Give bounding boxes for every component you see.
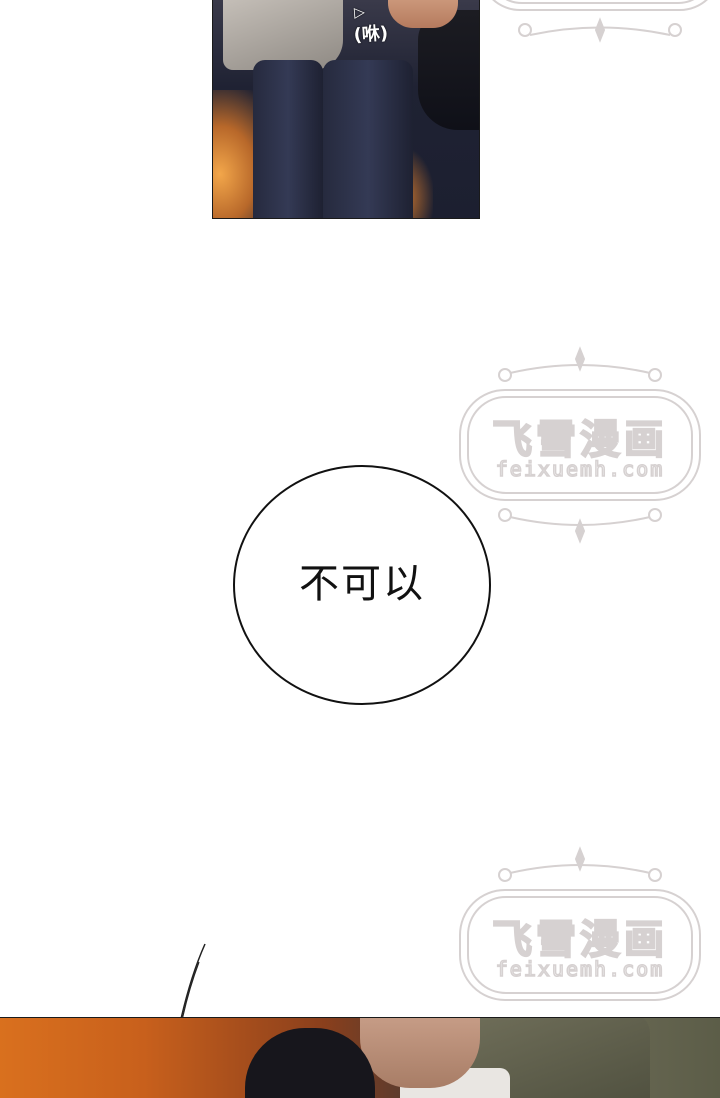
comic-panel-bottom [0,1017,720,1098]
sfx-arrow: ▷ [353,4,366,22]
speech-bubble-text: 不可以 [299,561,425,607]
watermark-url: feixuemh.com [495,956,665,982]
character-leg [253,60,323,218]
watermark-logo: 飞雪漫画 feixuemh.com [450,345,710,545]
speech-bubble: 不可以 [233,465,491,705]
comic-panel-top: ▷ (咻) [212,0,480,219]
watermark-url: feixuemh.com [495,456,665,482]
character-hair [245,1028,375,1098]
character-leg [323,60,413,218]
sound-effect: ▷ (咻) [352,3,389,47]
sfx-text: (咻) [352,22,389,47]
watermark-logo: 飞雪漫画 feixuemh.com [450,845,710,1045]
watermark-logo [470,0,720,60]
